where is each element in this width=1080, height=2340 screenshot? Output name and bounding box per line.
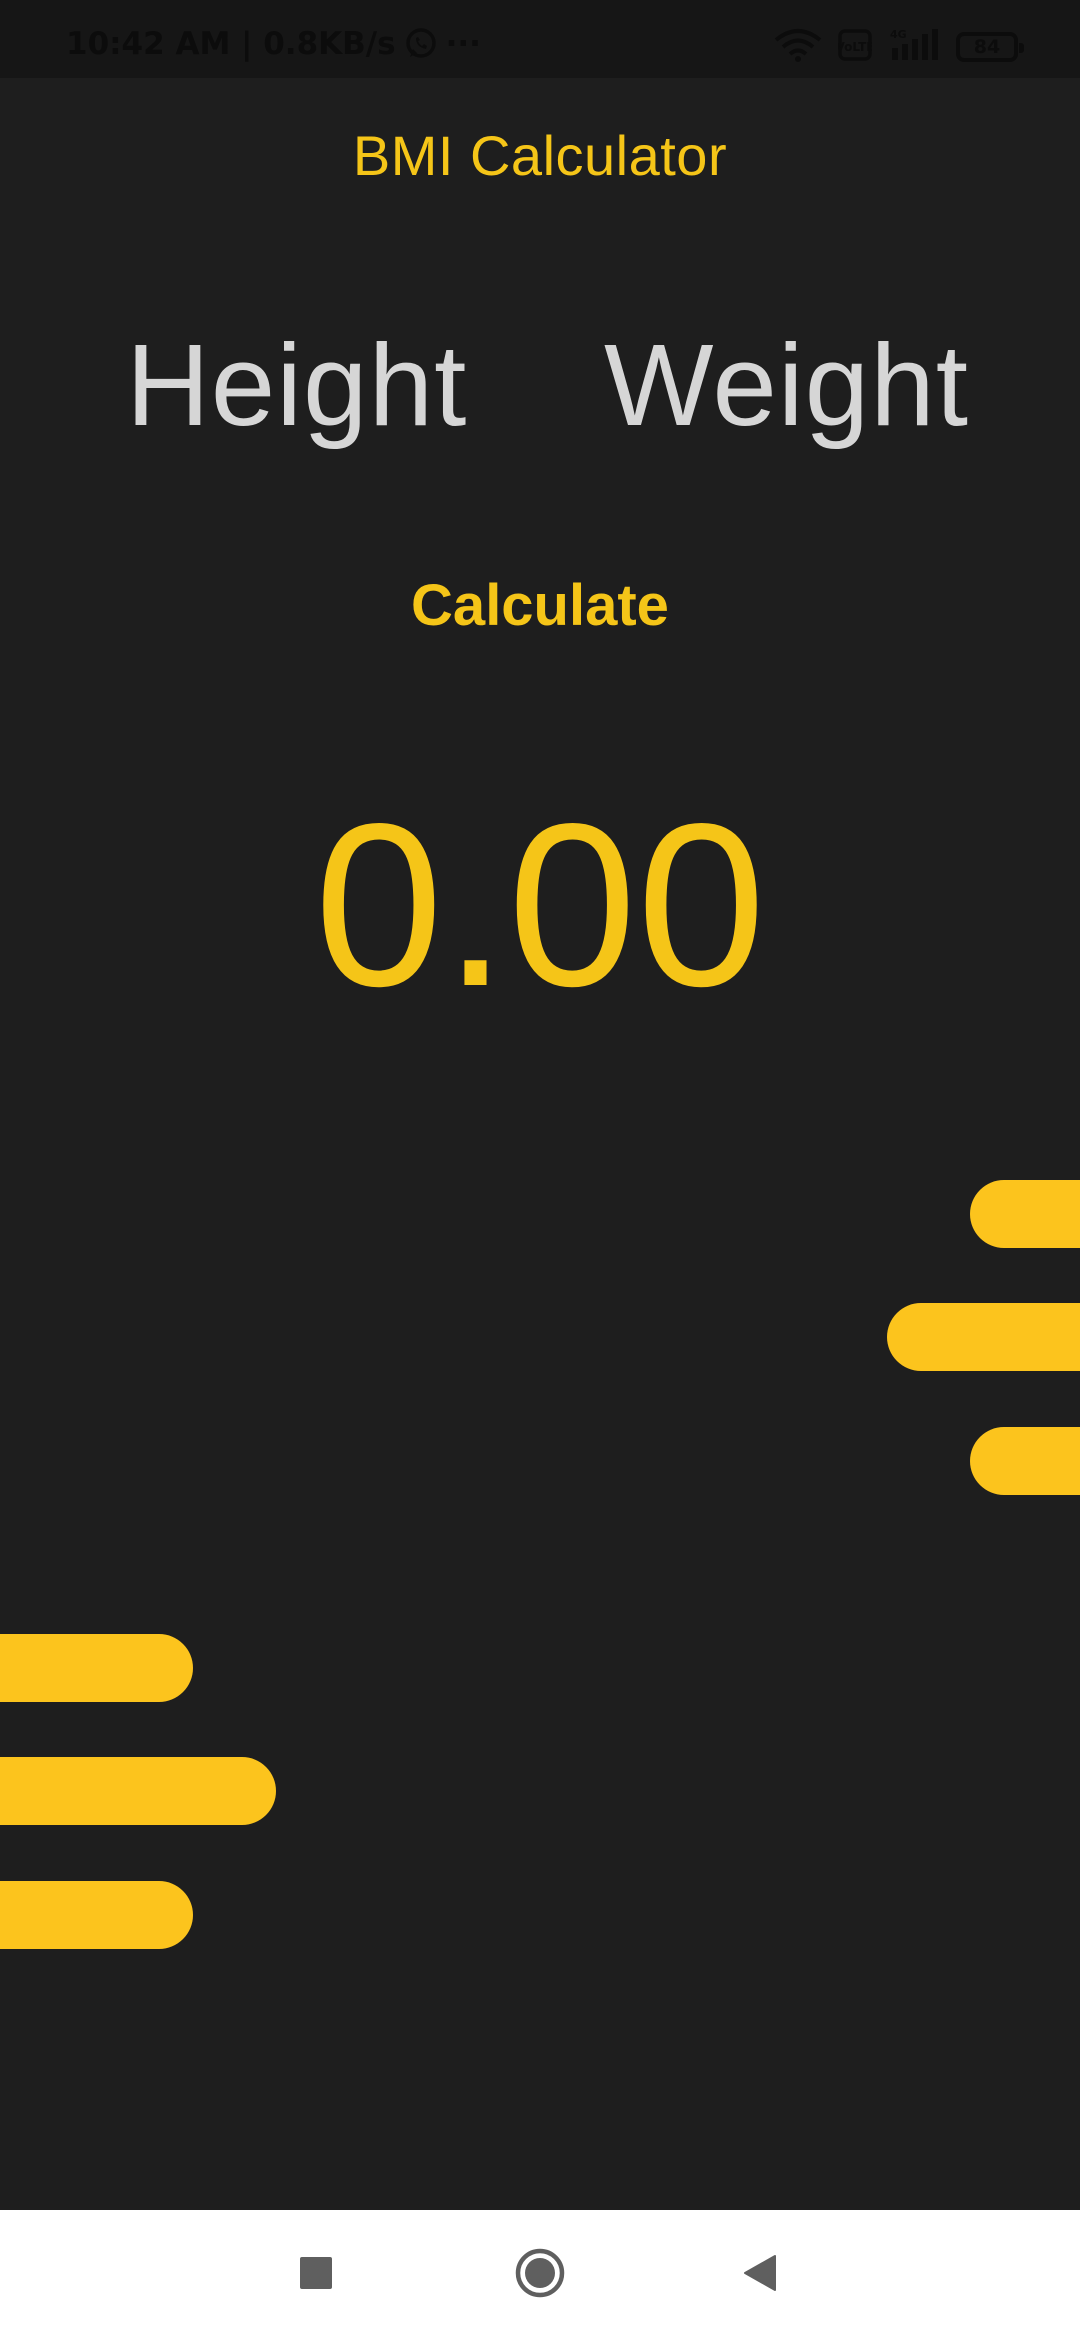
decorative-bar [887,1303,1080,1371]
back-button[interactable] [726,2240,796,2310]
calculate-button[interactable]: Calculate [390,560,690,650]
status-bar: 10:42 AM | 0.8KB/s ··· VoLTE 4G 84 [0,0,1080,78]
recents-icon [299,2256,333,2295]
network-type: 4G [890,28,907,41]
wifi-icon [774,28,822,66]
decorative-bar [970,1427,1080,1495]
whatsapp-icon [404,27,438,61]
height-input[interactable]: Height [126,318,467,452]
home-icon [514,2247,566,2304]
battery-icon: 84 [956,32,1024,62]
weight-input[interactable]: Weight [604,318,969,452]
recents-button[interactable] [281,2240,351,2310]
back-icon [741,2253,781,2298]
status-right: VoLTE 4G 84 [774,28,1024,66]
decorative-bar [0,1757,276,1825]
signal-icon: 4G [888,28,940,66]
decorative-bar [0,1881,193,1949]
bmi-result: 0.00 [314,776,766,1035]
home-button[interactable] [505,2240,575,2310]
decorative-bar [970,1180,1080,1248]
status-time-speed: 10:42 AM | 0.8KB/s [66,26,396,62]
decorative-bar [0,1634,193,1702]
battery-level: 84 [973,36,1001,58]
navigation-bar [0,2210,1080,2340]
app-title: BMI Calculator [352,124,728,187]
volte-text: VoLTE [838,40,872,54]
status-left: 10:42 AM | 0.8KB/s ··· [66,26,481,62]
volte-icon: VoLTE [836,28,874,66]
more-notifications: ··· [445,26,481,62]
